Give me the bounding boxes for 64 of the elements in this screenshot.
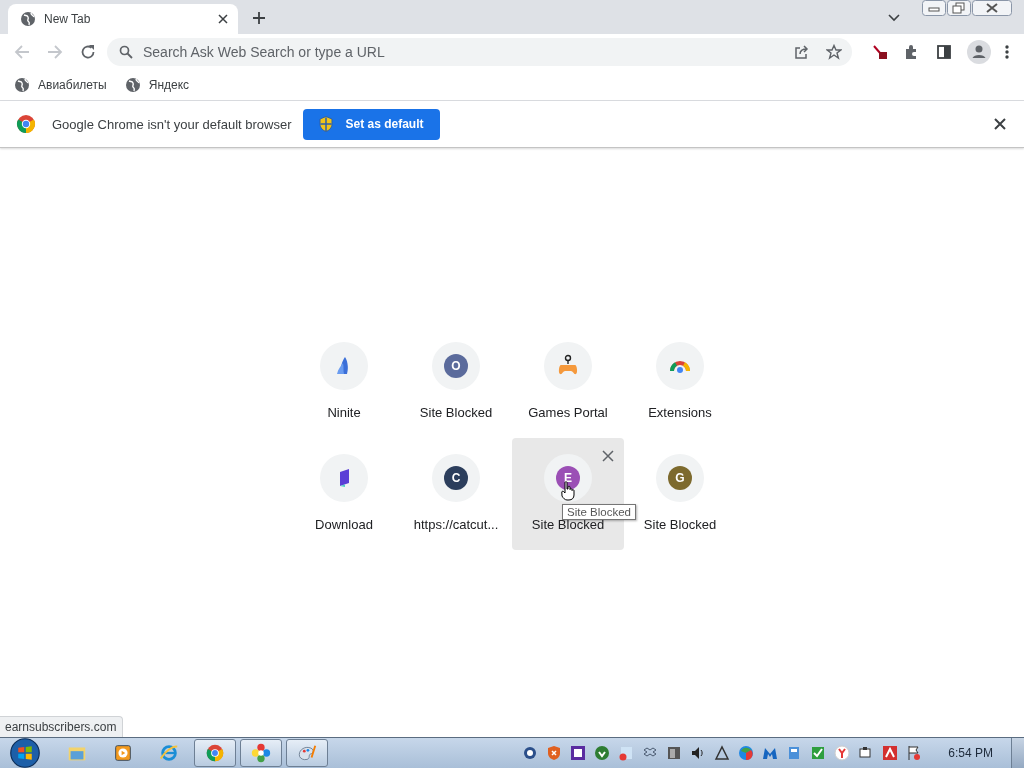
bookmark-item[interactable]: Авиабилеты	[14, 77, 107, 93]
shortcut-title: Site Blocked	[419, 405, 493, 420]
media-player-icon	[112, 742, 134, 764]
address-bar[interactable]: Search Ask Web Search or type a URL	[107, 38, 852, 66]
shortcut-title: Download	[315, 517, 373, 532]
browser-tab[interactable]: New Tab	[8, 4, 238, 34]
tray-icon[interactable]	[570, 745, 587, 761]
taskbar-app-button[interactable]	[286, 739, 328, 767]
close-button[interactable]	[972, 0, 1012, 16]
letter-avatar: E	[556, 466, 580, 490]
profile-avatar-icon[interactable]	[967, 40, 991, 64]
remove-icon[interactable]	[602, 450, 614, 462]
letter-avatar: O	[444, 354, 468, 378]
start-button[interactable]	[10, 738, 40, 768]
star-icon[interactable]	[826, 44, 842, 60]
address-field[interactable]: Search Ask Web Search or type a URL	[143, 44, 784, 60]
share-icon[interactable]	[794, 44, 810, 60]
chrome-logo-icon	[16, 114, 36, 134]
chrome-logo-icon	[204, 742, 226, 764]
shortcut-title: https://catcut...	[413, 517, 499, 532]
tooltip: Site Blocked	[562, 504, 636, 520]
rainbow-icon	[669, 359, 691, 373]
globe-icon	[20, 11, 36, 27]
status-url: earnsubscribers.com	[0, 716, 124, 737]
shortcut-tile[interactable]: C https://catcut...	[400, 438, 512, 550]
shortcut-tile[interactable]: Games Portal	[512, 326, 624, 438]
taskbar-app-button[interactable]	[240, 739, 282, 767]
shortcut-title: Games Portal	[528, 405, 608, 420]
shortcut-title: Extensions	[648, 405, 712, 420]
set-default-button[interactable]: Set as default	[303, 108, 440, 140]
hand-cursor-icon	[561, 481, 575, 501]
browser-e-icon	[158, 742, 180, 764]
restore-button[interactable]	[947, 0, 971, 16]
chevron-down-icon[interactable]	[888, 14, 900, 22]
clock-time[interactable]: 6:54 PM	[948, 746, 993, 760]
taskbar-app-button[interactable]	[194, 739, 236, 767]
side-panel-icon[interactable]	[935, 43, 953, 61]
close-icon[interactable]	[218, 14, 228, 24]
bookmark-item[interactable]: Яндекс	[124, 77, 190, 93]
globe-icon	[124, 77, 141, 93]
pinwheel-icon	[250, 742, 272, 764]
search-icon	[119, 45, 133, 59]
shield-icon	[319, 116, 334, 132]
letter-avatar: C	[444, 466, 468, 490]
new-tab-icon[interactable]	[252, 11, 266, 25]
reload-button[interactable]	[80, 44, 96, 60]
infobar-message: Google Chrome isn't your default browser	[52, 116, 292, 132]
menu-icon[interactable]	[1005, 44, 1009, 60]
tray-icon[interactable]	[906, 745, 923, 761]
shortcut-title: Ninite	[327, 405, 361, 420]
shortcut-title: Site Blocked	[643, 517, 717, 532]
tray-icon[interactable]	[714, 745, 731, 761]
shortcut-tile[interactable]: Extensions	[624, 326, 736, 438]
close-icon[interactable]	[994, 118, 1006, 130]
shortcut-tile[interactable]: Download	[288, 438, 400, 550]
show-desktop-button[interactable]	[1011, 738, 1024, 768]
tray-icon[interactable]	[522, 745, 539, 761]
letter-avatar: G	[668, 466, 692, 490]
extension-icon[interactable]	[871, 43, 889, 61]
shortcut-tile[interactable]: Ninite	[288, 326, 400, 438]
shortcut-tile[interactable]: O Site Blocked	[400, 326, 512, 438]
minimize-button[interactable]	[922, 0, 946, 16]
shortcut-title: Site Blocked	[531, 517, 605, 532]
globe-icon	[14, 77, 30, 93]
